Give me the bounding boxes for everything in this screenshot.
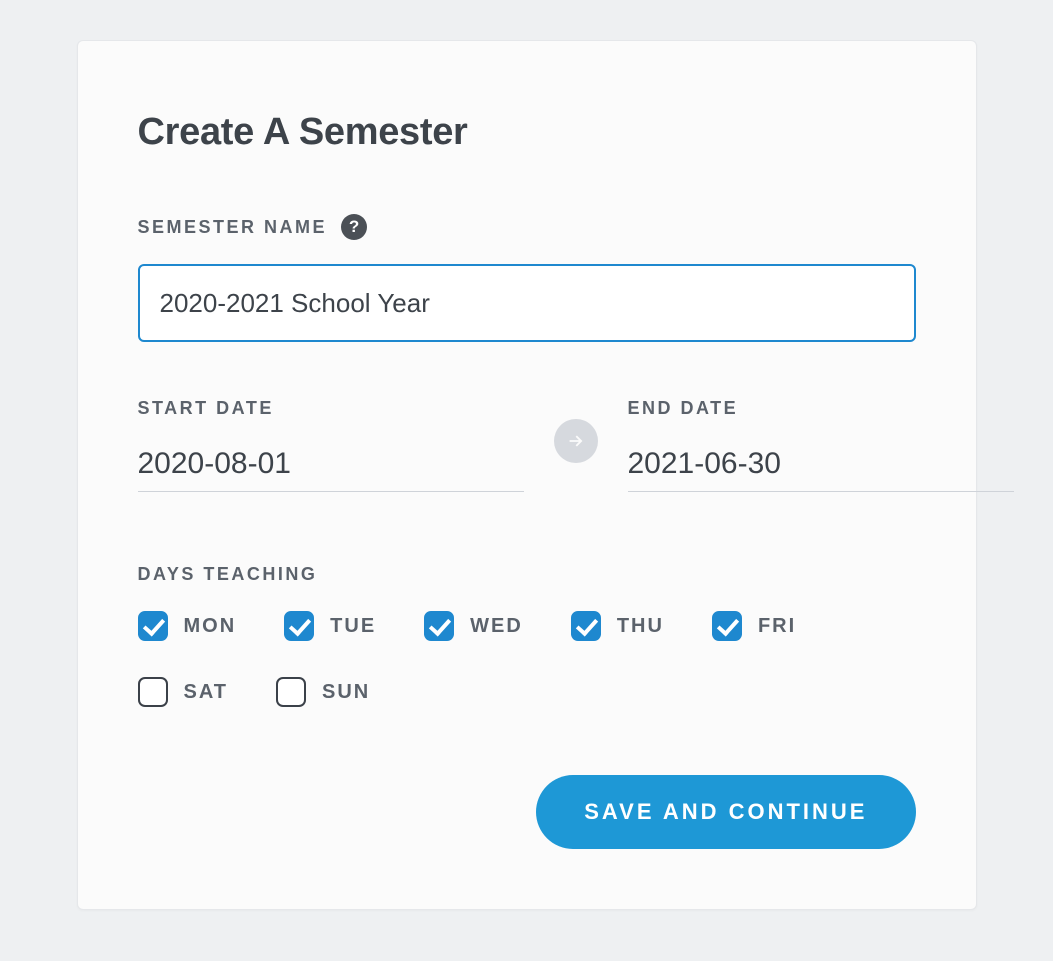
day-checkbox-tue[interactable]: TUE bbox=[284, 611, 376, 641]
checkbox-icon[interactable] bbox=[138, 611, 168, 641]
day-checkbox-sun[interactable]: SUN bbox=[276, 677, 370, 707]
day-label: THU bbox=[617, 615, 664, 638]
day-checkbox-thu[interactable]: THU bbox=[571, 611, 664, 641]
semester-name-input[interactable] bbox=[138, 264, 916, 342]
arrow-right-icon bbox=[554, 419, 598, 463]
day-label: WED bbox=[470, 615, 523, 638]
start-date-label: START DATE bbox=[138, 398, 524, 419]
day-checkbox-mon[interactable]: MON bbox=[138, 611, 237, 641]
checkbox-icon[interactable] bbox=[424, 611, 454, 641]
day-checkbox-sat[interactable]: SAT bbox=[138, 677, 229, 707]
checkbox-icon[interactable] bbox=[712, 611, 742, 641]
dates-row: START DATE END DATE bbox=[138, 398, 916, 492]
day-checkbox-fri[interactable]: FRI bbox=[712, 611, 796, 641]
day-label: TUE bbox=[330, 615, 376, 638]
days-teaching-label: DAYS TEACHING bbox=[138, 564, 318, 584]
day-checkbox-wed[interactable]: WED bbox=[424, 611, 523, 641]
actions-row: SAVE AND CONTINUE bbox=[138, 775, 916, 849]
checkbox-icon[interactable] bbox=[284, 611, 314, 641]
semester-name-field: SEMESTER NAME ? bbox=[138, 214, 916, 342]
end-date-label: END DATE bbox=[628, 398, 1014, 419]
checkbox-icon[interactable] bbox=[571, 611, 601, 641]
end-date-input[interactable] bbox=[628, 419, 1014, 492]
checkbox-icon[interactable] bbox=[138, 677, 168, 707]
create-semester-card: Create A Semester SEMESTER NAME ? START … bbox=[77, 40, 977, 910]
start-date-input[interactable] bbox=[138, 419, 524, 492]
start-date-field: START DATE bbox=[138, 398, 524, 492]
day-label: MON bbox=[184, 615, 237, 638]
date-range-arrow bbox=[554, 419, 598, 471]
day-label: SAT bbox=[184, 681, 229, 704]
page-title: Create A Semester bbox=[138, 111, 916, 154]
help-icon[interactable]: ? bbox=[341, 214, 367, 240]
day-label: SUN bbox=[322, 681, 370, 704]
semester-name-label: SEMESTER NAME bbox=[138, 217, 328, 238]
days-teaching-section: DAYS TEACHING MON TUE WED THU FRI SAT SUN bbox=[138, 564, 916, 707]
day-label: FRI bbox=[758, 615, 796, 638]
checkbox-icon[interactable] bbox=[276, 677, 306, 707]
end-date-field: END DATE bbox=[628, 398, 1014, 492]
save-and-continue-button[interactable]: SAVE AND CONTINUE bbox=[536, 775, 915, 849]
